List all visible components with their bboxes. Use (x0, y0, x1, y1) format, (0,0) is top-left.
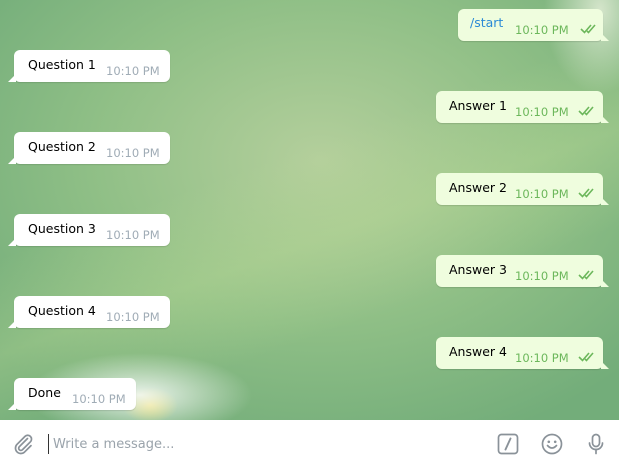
slash-command-icon[interactable] (496, 432, 520, 456)
message-text: Done (28, 385, 61, 400)
message-time: 10:10 PM (106, 64, 160, 78)
command-link[interactable]: /start (470, 7, 503, 39)
message-text: Answer 4 (449, 344, 507, 359)
incoming-message[interactable]: Question 3 10:10 PM (8, 214, 170, 246)
message-composer (0, 420, 619, 468)
message-text: Answer 3 (449, 262, 507, 277)
outgoing-message[interactable]: Answer 2 10:10 PM (436, 173, 609, 205)
message-time: 10:10 PM (106, 228, 160, 242)
outgoing-message[interactable]: /start 10:10 PM (458, 7, 609, 41)
message-input[interactable] (48, 434, 453, 454)
message-time: 10:10 PM (106, 310, 160, 324)
message-time: 10:10 PM (515, 105, 569, 119)
message-time: 10:10 PM (515, 351, 569, 365)
double-check-icon (578, 270, 594, 280)
message-time: 10:10 PM (106, 146, 160, 160)
message-text: Question 4 (28, 303, 96, 318)
message-time: 10:10 PM (515, 23, 569, 37)
outgoing-message[interactable]: Answer 3 10:10 PM (436, 255, 609, 287)
incoming-message[interactable]: Done 10:10 PM (8, 378, 136, 410)
message-text: Question 3 (28, 221, 96, 236)
double-check-icon (578, 352, 594, 362)
message-time: 10:10 PM (515, 187, 569, 201)
double-check-icon (580, 24, 596, 34)
double-check-icon (578, 188, 594, 198)
incoming-message[interactable]: Question 1 10:10 PM (8, 50, 170, 82)
microphone-icon[interactable] (584, 432, 608, 456)
chat-area: /start 10:10 PM Question 1 10:10 PM Answ… (0, 0, 619, 420)
message-text: Question 1 (28, 57, 96, 72)
incoming-message[interactable]: Question 4 10:10 PM (8, 296, 170, 328)
message-text: Answer 1 (449, 98, 507, 113)
outgoing-message[interactable]: Answer 4 10:10 PM (436, 337, 609, 369)
double-check-icon (578, 106, 594, 116)
message-text: Answer 2 (449, 180, 507, 195)
outgoing-message[interactable]: Answer 1 10:10 PM (436, 91, 609, 123)
message-time: 10:10 PM (515, 269, 569, 283)
message-text: Question 2 (28, 139, 96, 154)
emoji-icon[interactable] (540, 432, 564, 456)
incoming-message[interactable]: Question 2 10:10 PM (8, 132, 170, 164)
paperclip-icon[interactable] (11, 432, 35, 456)
message-time: 10:10 PM (72, 392, 126, 406)
